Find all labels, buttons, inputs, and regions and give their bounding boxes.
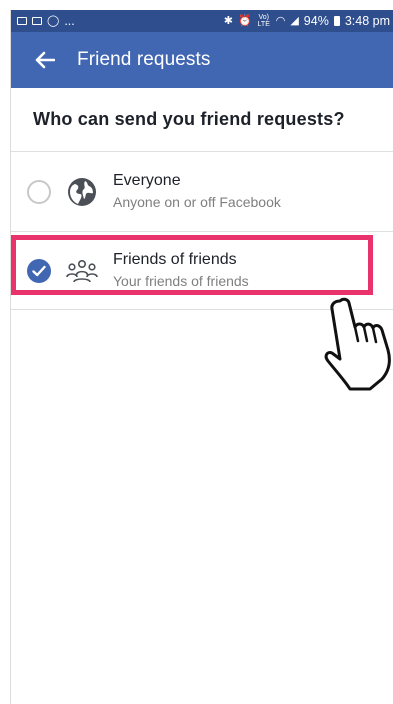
section-question: Who can send you friend requests? <box>11 88 393 152</box>
globe-icon <box>65 175 99 209</box>
option-text-friends-of-friends: Friends of friends Your friends of frien… <box>113 250 249 291</box>
radio-everyone[interactable] <box>27 179 51 204</box>
phone-screen: ◯ ... ✱ ⏰ Vo) LTE ◠ ◢ 94% 3:48 pm Friend… <box>10 10 393 704</box>
back-button[interactable] <box>31 46 59 74</box>
signal-icon: ◢ <box>290 14 299 27</box>
clock: 3:48 pm <box>344 14 390 28</box>
checkmark-icon <box>32 265 46 276</box>
wifi-icon: ◠ <box>275 14 286 27</box>
battery-icon <box>333 16 340 26</box>
friends-group-icon <box>65 254 99 288</box>
option-text-everyone: Everyone Anyone on or off Facebook <box>113 171 281 212</box>
status-bar: ◯ ... ✱ ⏰ Vo) LTE ◠ ◢ 94% 3:48 pm <box>11 10 393 32</box>
option-everyone[interactable]: Everyone Anyone on or off Facebook <box>11 152 393 232</box>
bluetooth-icon: ✱ <box>223 14 234 27</box>
page-title: Friend requests <box>77 49 211 70</box>
radio-friends-of-friends[interactable] <box>27 258 51 283</box>
pointing-hand-cursor-icon <box>324 297 391 391</box>
option-title: Friends of friends <box>113 251 237 268</box>
more-notifications-text: ... <box>64 14 75 28</box>
alarm-icon: ⏰ <box>238 14 252 27</box>
image-notification-icon <box>17 17 27 25</box>
status-bar-right: ✱ ⏰ Vo) LTE ◠ ◢ 94% 3:48 pm <box>224 14 390 28</box>
whatsapp-icon: ◯ <box>47 14 60 27</box>
option-title: Everyone <box>113 172 181 189</box>
battery-percent: 94% <box>303 14 329 28</box>
option-subtitle: Anyone on or off Facebook <box>113 194 281 210</box>
back-arrow-icon <box>35 51 55 69</box>
app-bar: Friend requests <box>11 32 393 88</box>
option-subtitle: Your friends of friends <box>113 273 249 289</box>
volte-icon: Vo) LTE <box>257 14 270 28</box>
mail-notification-icon <box>32 17 42 25</box>
status-bar-left: ◯ ... <box>17 14 75 28</box>
